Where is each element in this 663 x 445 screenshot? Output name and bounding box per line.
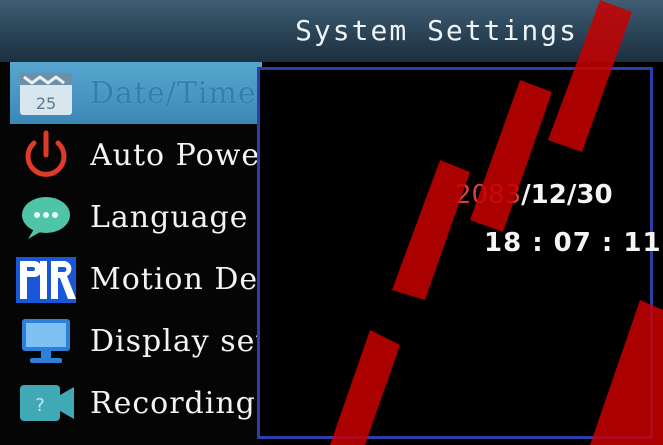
calendar-icon: 25 xyxy=(10,67,82,119)
menu-label-recording: Recording xyxy=(90,386,256,421)
pir-icon xyxy=(10,253,82,305)
date-year[interactable]: 2083 xyxy=(455,180,521,210)
date-separator: / xyxy=(521,180,531,210)
svg-text:?: ? xyxy=(35,395,45,416)
menu-label-auto-power: Auto Power xyxy=(90,138,262,173)
title-bar: System Settings xyxy=(0,0,663,62)
time-display[interactable]: 18 : 07 : 11 xyxy=(484,228,662,258)
svg-text:25: 25 xyxy=(36,94,56,113)
date-day[interactable]: 30 xyxy=(576,180,612,210)
menu-label-date-time: Date/Time xyxy=(90,76,257,111)
menu-item-display-setting[interactable]: Display setting xyxy=(10,310,262,372)
menu-label-display-setting: Display setting xyxy=(90,324,262,359)
date-month[interactable]: 12 xyxy=(531,180,567,210)
menu-item-recording[interactable]: ? Recording xyxy=(10,372,262,434)
menu-item-auto-power[interactable]: Auto Power xyxy=(10,124,262,186)
speech-bubble-icon xyxy=(10,191,82,243)
power-icon xyxy=(10,129,82,181)
page-title: System Settings xyxy=(295,14,578,47)
device-screen: System Settings 25 Date/Time Auto Power … xyxy=(0,0,663,445)
date-display[interactable]: 2083/12/30 xyxy=(455,180,613,210)
date-time-panel: 2083/12/30 18 : 07 : 11 xyxy=(257,67,661,439)
menu-label-motion-detect: Motion Detect xyxy=(90,262,262,297)
recording-icon: ? xyxy=(10,377,82,429)
menu-item-language[interactable]: Language xyxy=(10,186,262,248)
menu-item-motion-detect[interactable]: Motion Detect xyxy=(10,248,262,310)
date-separator: / xyxy=(566,180,577,210)
menu-item-date-time[interactable]: 25 Date/Time xyxy=(10,62,262,124)
menu-label-language: Language xyxy=(90,200,249,235)
settings-menu: 25 Date/Time Auto Power Language Motion … xyxy=(0,62,262,445)
monitor-icon xyxy=(10,315,82,367)
